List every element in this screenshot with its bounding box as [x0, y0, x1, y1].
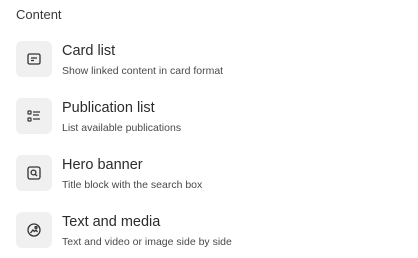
content-item-description: Show linked content in card format [62, 65, 224, 77]
media-icon [16, 212, 52, 248]
content-item-publication-list[interactable]: Publication list List available publicat… [16, 98, 396, 138]
content-panel: Content Card list Show linked content in… [0, 0, 418, 258]
content-item-title: Hero banner [62, 157, 143, 173]
section-title: Content [16, 7, 62, 22]
content-item-description: Text and video or image side by side [62, 236, 232, 248]
content-item-text: Text and media Text and video or image s… [62, 212, 232, 249]
content-item-text: Card list Show linked content in card fo… [62, 41, 223, 78]
content-item-text-and-media[interactable]: Text and media Text and video or image s… [16, 212, 396, 252]
content-item-title: Publication list [62, 100, 155, 116]
list-icon [16, 98, 52, 134]
content-item-title: Text and media [62, 214, 161, 230]
content-item-text: Hero banner Title block with the search … [62, 155, 202, 192]
content-item-text: Publication list List available publicat… [62, 98, 181, 135]
content-item-hero-banner[interactable]: Hero banner Title block with the search … [16, 155, 396, 195]
card-icon [16, 41, 52, 77]
content-item-description: List available publications [62, 122, 182, 134]
search-box-icon [16, 155, 52, 191]
content-item-description: Title block with the search box [62, 179, 203, 191]
content-item-title: Card list [62, 43, 116, 59]
content-item-card-list[interactable]: Card list Show linked content in card fo… [16, 41, 396, 81]
